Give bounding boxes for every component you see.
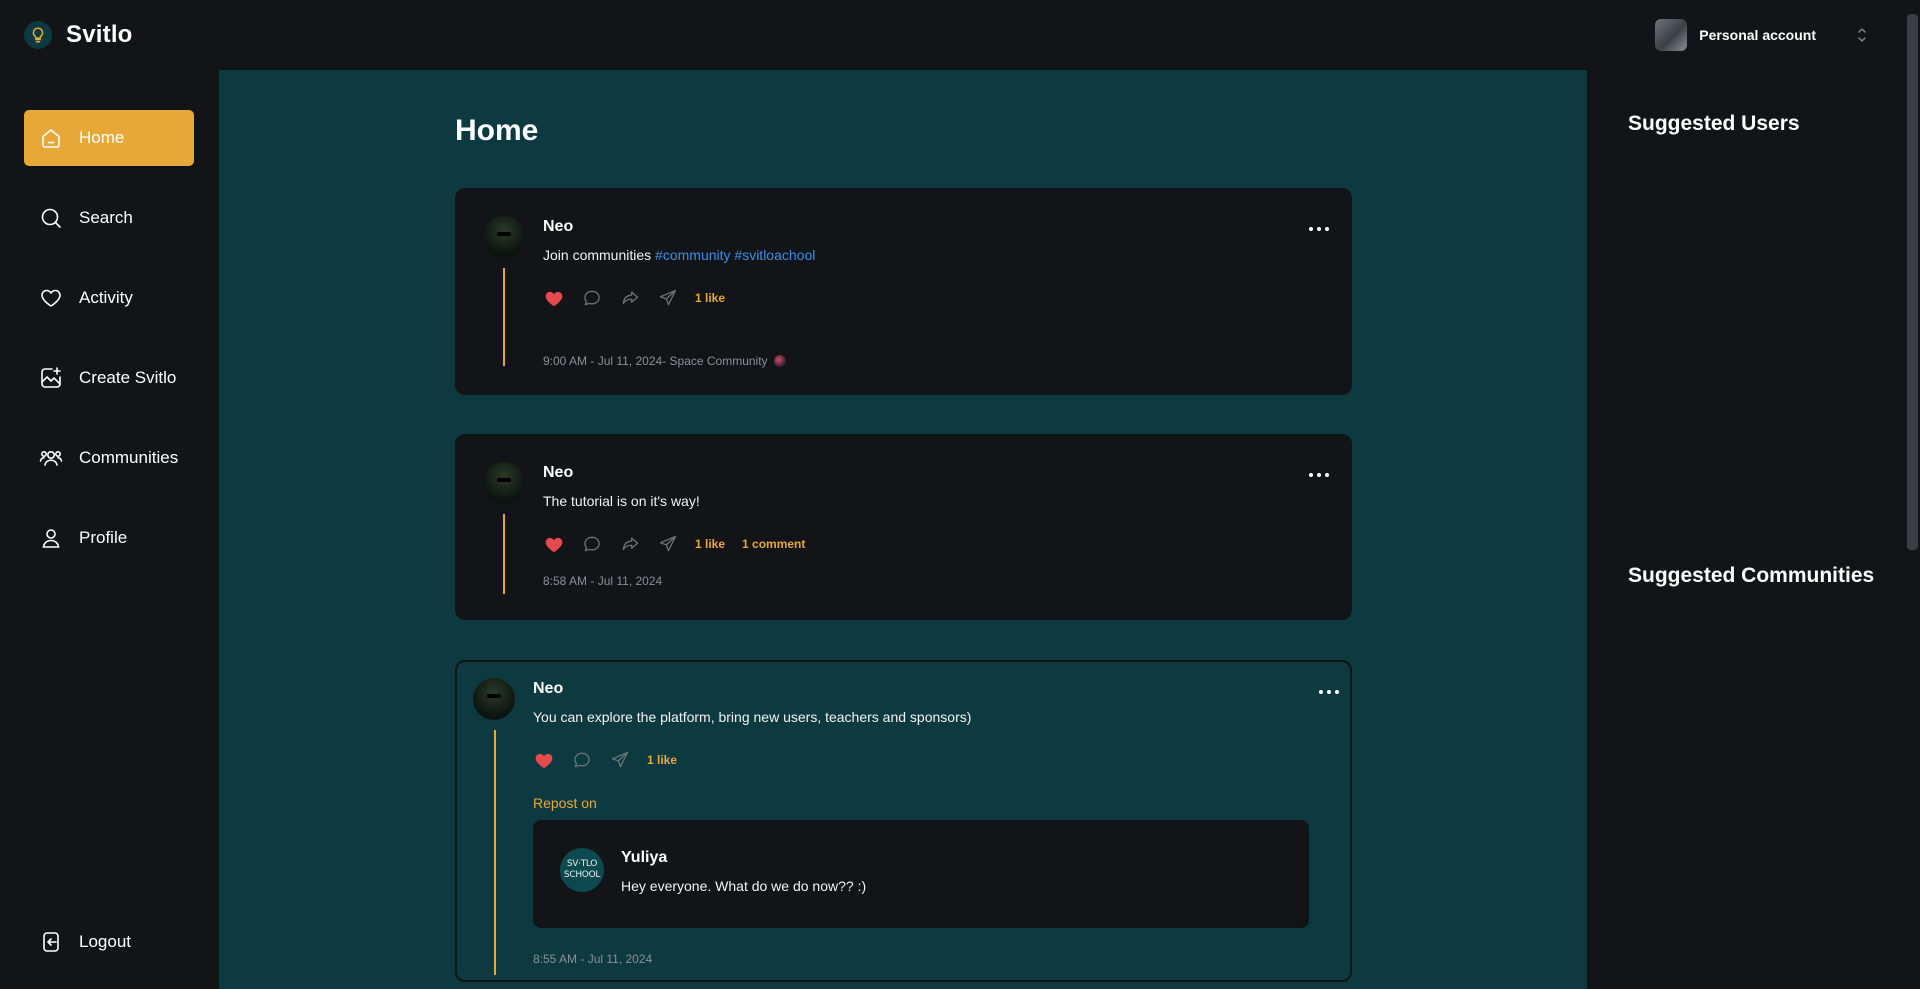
sidebar-item-label: Search	[79, 208, 133, 227]
avatar-text: SCHOOL	[563, 870, 601, 880]
comment-icon[interactable]	[581, 288, 602, 308]
home-icon	[39, 126, 63, 150]
comment-icon[interactable]	[581, 534, 602, 554]
sidebar-item-communities[interactable]: Communities	[24, 430, 194, 486]
post-text: Join communities #community #svitloachoo…	[543, 247, 815, 263]
repost-icon[interactable]	[619, 288, 640, 308]
post-text: The tutorial is on it's way!	[543, 493, 700, 509]
post-card[interactable]: Neo Join communities #community #svitloa…	[455, 188, 1352, 395]
suggested-users-title: Suggested Users	[1628, 112, 1800, 135]
logout-button[interactable]: Logout	[24, 914, 194, 970]
logout-icon	[39, 930, 63, 954]
logout-label: Logout	[79, 932, 131, 951]
post-meta: 9:00 AM - Jul 11, 2024- Space Community	[543, 354, 786, 368]
heart-filled-icon[interactable]	[543, 288, 564, 308]
thread-line	[494, 730, 496, 975]
hashtag-link[interactable]: #community	[655, 247, 730, 263]
heart-icon	[39, 286, 63, 310]
send-icon[interactable]	[657, 534, 678, 554]
post-text: You can explore the platform, bring new …	[533, 709, 972, 725]
more-options-icon[interactable]	[1319, 688, 1339, 696]
likes-count[interactable]: 1 like	[695, 291, 725, 305]
community-avatar-icon[interactable]	[773, 355, 786, 367]
post-card[interactable]: Neo The tutorial is on it's way! 1 like …	[455, 434, 1352, 620]
sidebar-item-label: Activity	[79, 288, 133, 307]
account-avatar	[1655, 19, 1688, 51]
post-actions: 1 like 1 comment	[543, 534, 805, 554]
sidebar-item-home[interactable]: Home	[24, 110, 194, 166]
avatar[interactable]	[473, 678, 515, 720]
avatar[interactable]	[483, 462, 525, 504]
post-author[interactable]: Neo	[543, 464, 573, 482]
post-author[interactable]: Neo	[533, 680, 563, 698]
lightbulb-logo-icon	[24, 21, 52, 49]
reposted-post-card[interactable]: SV‧TLO SCHOOL Yuliya Hey everyone. What …	[533, 820, 1309, 928]
post-body: Join communities	[543, 247, 656, 263]
main-feed: Home Neo Join communities #community #sv…	[219, 70, 1587, 989]
comments-count[interactable]: 1 comment	[742, 537, 805, 551]
post-timestamp: 8:55 AM - Jul 11, 2024	[533, 952, 653, 966]
post-timestamp: 9:00 AM - Jul 11, 2024- Space Community	[543, 354, 768, 368]
post-meta: 8:55 AM - Jul 11, 2024	[533, 952, 652, 966]
reposted-text: Hey everyone. What do we do now?? :)	[621, 878, 867, 894]
more-options-icon[interactable]	[1309, 471, 1329, 479]
sidebar-item-create[interactable]: Create Svitlo	[24, 350, 194, 406]
top-bar: Svitlo Personal account	[0, 0, 1920, 70]
post-actions: 1 like	[543, 288, 725, 308]
sidebar: Home Search Activity Create Svitlo Commu…	[0, 70, 219, 989]
sidebar-item-profile[interactable]: Profile	[24, 510, 194, 566]
suggested-communities-title: Suggested Communities	[1628, 564, 1875, 587]
post-meta: 8:58 AM - Jul 11, 2024	[543, 574, 662, 588]
scrollbar-thumb[interactable]	[1907, 14, 1918, 550]
likes-count[interactable]: 1 like	[647, 753, 677, 767]
avatar[interactable]	[483, 216, 525, 258]
heart-filled-icon[interactable]	[543, 534, 564, 554]
send-icon[interactable]	[657, 288, 678, 308]
more-options-icon[interactable]	[1309, 225, 1329, 233]
comment-icon[interactable]	[571, 750, 592, 770]
post-card-repost[interactable]: Neo You can explore the platform, bring …	[455, 660, 1352, 982]
likes-count[interactable]: 1 like	[695, 537, 725, 551]
avatar-svitlo-school[interactable]: SV‧TLO SCHOOL	[560, 848, 604, 892]
post-timestamp: 8:58 AM - Jul 11, 2024	[543, 574, 663, 588]
sidebar-item-search[interactable]: Search	[24, 190, 194, 246]
heart-filled-icon[interactable]	[533, 750, 554, 770]
thread-line	[503, 514, 505, 594]
avatar-text: SV‧TLO	[566, 859, 598, 869]
page-title: Home	[455, 114, 539, 147]
repost-icon[interactable]	[619, 534, 640, 554]
brand[interactable]: Svitlo	[24, 21, 133, 49]
user-icon	[39, 526, 63, 550]
thread-line	[503, 268, 505, 366]
sidebar-item-label: Profile	[79, 528, 128, 547]
sidebar-item-label: Create Svitlo	[79, 368, 177, 387]
post-actions: 1 like	[533, 750, 677, 770]
send-icon[interactable]	[609, 750, 630, 770]
search-icon	[39, 206, 63, 230]
sidebar-item-label: Home	[79, 128, 125, 147]
sidebar-item-label: Communities	[79, 448, 179, 467]
sidebar-item-activity[interactable]: Activity	[24, 270, 194, 326]
account-label: Personal account	[1699, 27, 1816, 43]
right-panel: Suggested Users Suggested Communities	[1587, 70, 1907, 989]
image-plus-icon	[39, 366, 63, 390]
account-switcher[interactable]: Personal account	[1655, 19, 1868, 51]
users-icon	[39, 446, 63, 470]
brand-name: Svitlo	[66, 21, 133, 48]
hashtag-link[interactable]: #svitloachool	[734, 247, 815, 263]
post-author[interactable]: Neo	[543, 218, 573, 236]
chevron-updown-icon	[1856, 26, 1868, 44]
reposted-author[interactable]: Yuliya	[621, 849, 667, 867]
repost-label: Repost on	[533, 795, 597, 811]
